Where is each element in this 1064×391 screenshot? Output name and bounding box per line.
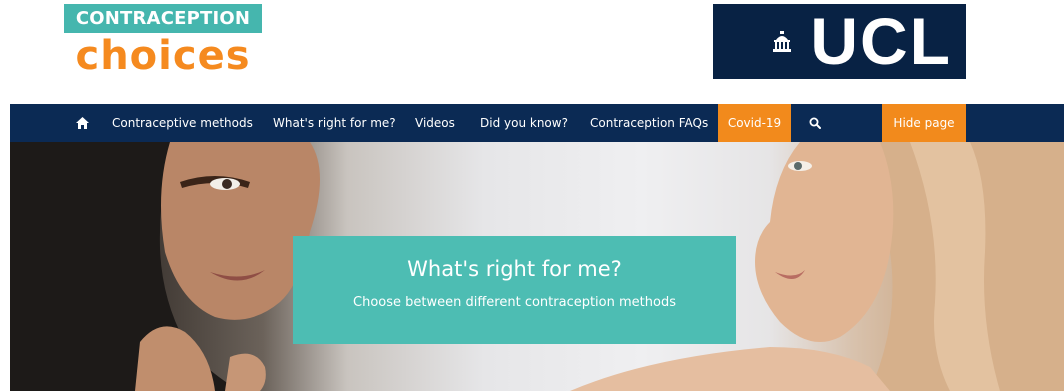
ucl-logo[interactable]: UCL [713,4,966,79]
site-header: CONTRACEPTION choices UCL [0,0,1064,100]
nav-item-contraceptive-methods[interactable]: Contraceptive methods [112,104,253,142]
search-icon[interactable] [809,117,821,129]
main-navigation: Contraceptive methods What's right for m… [10,104,1064,142]
hide-page-button[interactable]: Hide page [882,104,966,142]
hero-title: What's right for me? [407,257,622,281]
nav-item-whats-right-for-me[interactable]: What's right for me? [273,104,396,142]
nav-item-did-you-know[interactable]: Did you know? [480,104,568,142]
portico-icon [773,31,791,52]
covid-19-button[interactable]: Covid-19 [718,104,791,142]
logo-top-text: CONTRACEPTION [64,4,262,33]
hero-subtitle: Choose between different contraception m… [353,295,676,310]
nav-item-videos[interactable]: Videos [415,104,455,142]
nav-item-contraception-faqs[interactable]: Contraception FAQs [590,104,708,142]
hero-banner: What's right for me? Choose between diff… [293,236,736,344]
home-icon[interactable] [76,117,89,129]
logo-bottom-text: choices [75,33,251,79]
contraception-choices-logo[interactable]: CONTRACEPTION choices [64,4,262,79]
ucl-logo-text: UCL [810,4,952,78]
